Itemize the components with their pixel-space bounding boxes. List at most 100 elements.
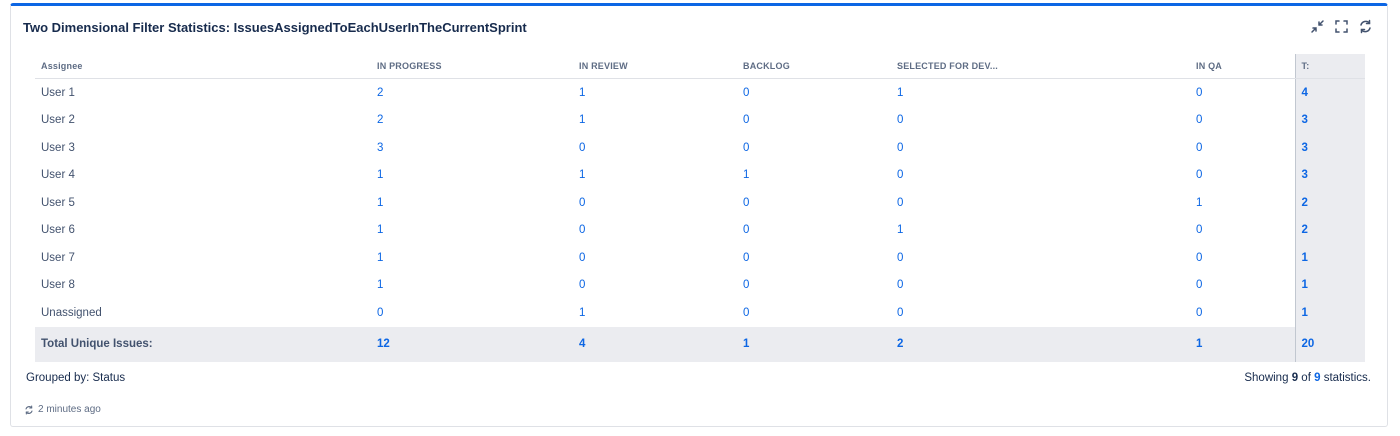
row-total-link[interactable]: 3 bbox=[1294, 161, 1365, 189]
count-link[interactable]: 1 bbox=[573, 299, 737, 327]
count-link[interactable]: 2 bbox=[371, 79, 573, 107]
table-row: User 6100102 bbox=[35, 216, 1365, 245]
count-link[interactable]: 0 bbox=[891, 299, 1190, 327]
count-link[interactable]: 0 bbox=[737, 217, 891, 245]
count-link[interactable]: 0 bbox=[891, 107, 1190, 135]
column-header-backlog[interactable]: BACKLOG bbox=[737, 54, 891, 79]
showing-count-value: 9 bbox=[1291, 372, 1299, 384]
row-total-link[interactable]: 1 bbox=[1294, 299, 1365, 327]
column-header-selected-for-dev[interactable]: SELECTED FOR DEV... bbox=[891, 54, 1190, 79]
count-link[interactable]: 1 bbox=[1190, 189, 1295, 217]
assignee-cell: User 6 bbox=[41, 224, 75, 237]
assignee-cell: User 3 bbox=[41, 141, 75, 154]
count-link[interactable]: 0 bbox=[573, 134, 737, 162]
showing-count: Showing 9 of 9 statistics. bbox=[1244, 372, 1371, 384]
count-link[interactable]: 0 bbox=[737, 107, 891, 135]
count-link[interactable]: 0 bbox=[573, 217, 737, 245]
row-total-link[interactable]: 3 bbox=[1294, 134, 1365, 162]
row-total-link[interactable]: 1 bbox=[1294, 271, 1365, 299]
table-row: User 4111003 bbox=[35, 161, 1365, 190]
count-link[interactable]: 0 bbox=[891, 244, 1190, 272]
count-link[interactable]: 0 bbox=[1190, 244, 1295, 272]
assignee-cell: User 7 bbox=[41, 251, 75, 264]
count-link[interactable]: 0 bbox=[1190, 217, 1295, 245]
count-link[interactable]: 1 bbox=[371, 162, 573, 190]
count-link[interactable]: 1 bbox=[573, 107, 737, 135]
count-link[interactable]: 0 bbox=[1190, 79, 1295, 107]
count-link[interactable]: 0 bbox=[737, 244, 891, 272]
last-updated-text: 2 minutes ago bbox=[38, 404, 101, 415]
showing-of: of bbox=[1301, 372, 1311, 384]
count-link[interactable]: 1 bbox=[371, 272, 573, 300]
count-link[interactable]: 0 bbox=[573, 189, 737, 217]
count-link[interactable]: 2 bbox=[371, 107, 573, 135]
gadget-actions bbox=[1310, 19, 1373, 34]
column-header-in-qa[interactable]: IN QA bbox=[1190, 54, 1295, 79]
count-link[interactable]: 1 bbox=[371, 244, 573, 272]
showing-total-link[interactable]: 9 bbox=[1314, 372, 1320, 384]
count-link[interactable]: 1 bbox=[573, 162, 737, 190]
column-header-total[interactable]: T: bbox=[1294, 54, 1365, 79]
totals-label: Total Unique Issues: bbox=[35, 326, 371, 362]
column-header-assignee[interactable]: Assignee bbox=[35, 54, 371, 79]
count-link[interactable]: 1 bbox=[573, 79, 737, 107]
assignee-cell: User 2 bbox=[41, 114, 75, 127]
count-link[interactable]: 0 bbox=[1190, 272, 1295, 300]
count-link[interactable]: 0 bbox=[1190, 107, 1295, 135]
count-link[interactable]: 0 bbox=[1190, 162, 1295, 190]
count-link[interactable]: 3 bbox=[371, 134, 573, 162]
column-total-link[interactable]: 1 bbox=[737, 326, 891, 362]
fullscreen-icon[interactable] bbox=[1334, 19, 1349, 34]
minimize-icon[interactable] bbox=[1310, 19, 1325, 34]
count-link[interactable]: 0 bbox=[737, 134, 891, 162]
row-total-link[interactable]: 2 bbox=[1294, 189, 1365, 217]
table-row: User 8100001 bbox=[35, 271, 1365, 300]
column-header-in-progress[interactable]: IN PROGRESS bbox=[371, 54, 573, 79]
table-row: User 3300003 bbox=[35, 134, 1365, 162]
count-link[interactable]: 0 bbox=[737, 189, 891, 217]
grand-total-link[interactable]: 20 bbox=[1294, 326, 1365, 362]
table-row: Unassigned 0 1 0 0 0 1 bbox=[35, 299, 1365, 327]
count-link[interactable]: 1 bbox=[891, 79, 1190, 107]
table-row: User 5100012 bbox=[35, 189, 1365, 217]
count-link[interactable]: 0 bbox=[891, 162, 1190, 190]
statistics-table: Assignee IN PROGRESS IN REVIEW BACKLOG S… bbox=[35, 54, 1365, 362]
column-header-in-review[interactable]: IN REVIEW bbox=[573, 54, 737, 79]
refresh-small-icon bbox=[25, 404, 33, 415]
count-link[interactable]: 0 bbox=[573, 244, 737, 272]
count-link[interactable]: 0 bbox=[1190, 134, 1295, 162]
column-total-link[interactable]: 12 bbox=[371, 326, 573, 362]
gadget-title: Two Dimensional Filter Statistics: Issue… bbox=[23, 20, 527, 35]
count-link[interactable]: 0 bbox=[737, 299, 891, 327]
column-total-link[interactable]: 1 bbox=[1190, 326, 1295, 362]
refresh-icon[interactable] bbox=[1358, 19, 1373, 34]
column-total-link[interactable]: 2 bbox=[891, 326, 1190, 362]
last-updated: 2 minutes ago bbox=[24, 404, 101, 415]
showing-suffix: statistics. bbox=[1323, 372, 1371, 384]
count-link[interactable]: 0 bbox=[891, 134, 1190, 162]
assignee-cell: User 5 bbox=[41, 196, 75, 209]
table-header-row: Assignee IN PROGRESS IN REVIEW BACKLOG S… bbox=[35, 54, 1365, 79]
count-link[interactable]: 0 bbox=[737, 272, 891, 300]
column-total-link[interactable]: 4 bbox=[573, 326, 737, 362]
count-link[interactable]: 0 bbox=[891, 189, 1190, 217]
count-link[interactable]: 1 bbox=[737, 162, 891, 190]
grouped-by-label: Grouped by: Status bbox=[26, 372, 126, 384]
assignee-cell: Unassigned bbox=[41, 306, 102, 319]
count-link[interactable]: 0 bbox=[737, 79, 891, 107]
table-row: User 2210003 bbox=[35, 106, 1365, 135]
row-total-link[interactable]: 2 bbox=[1294, 216, 1365, 244]
count-link[interactable]: 0 bbox=[891, 272, 1190, 300]
row-total-link[interactable]: 4 bbox=[1294, 78, 1365, 107]
row-total-link[interactable]: 1 bbox=[1294, 244, 1365, 272]
totals-row: Total Unique Issues: 12 4 1 2 1 20 bbox=[35, 326, 1365, 362]
row-total-link[interactable]: 3 bbox=[1294, 106, 1365, 134]
assignee-cell: User 8 bbox=[41, 279, 75, 292]
count-link[interactable]: 0 bbox=[1190, 299, 1295, 327]
table-row: User 1210104 bbox=[35, 78, 1365, 107]
count-link[interactable]: 0 bbox=[371, 299, 573, 327]
count-link[interactable]: 1 bbox=[371, 217, 573, 245]
count-link[interactable]: 1 bbox=[371, 189, 573, 217]
count-link[interactable]: 0 bbox=[573, 272, 737, 300]
count-link[interactable]: 1 bbox=[891, 217, 1190, 245]
